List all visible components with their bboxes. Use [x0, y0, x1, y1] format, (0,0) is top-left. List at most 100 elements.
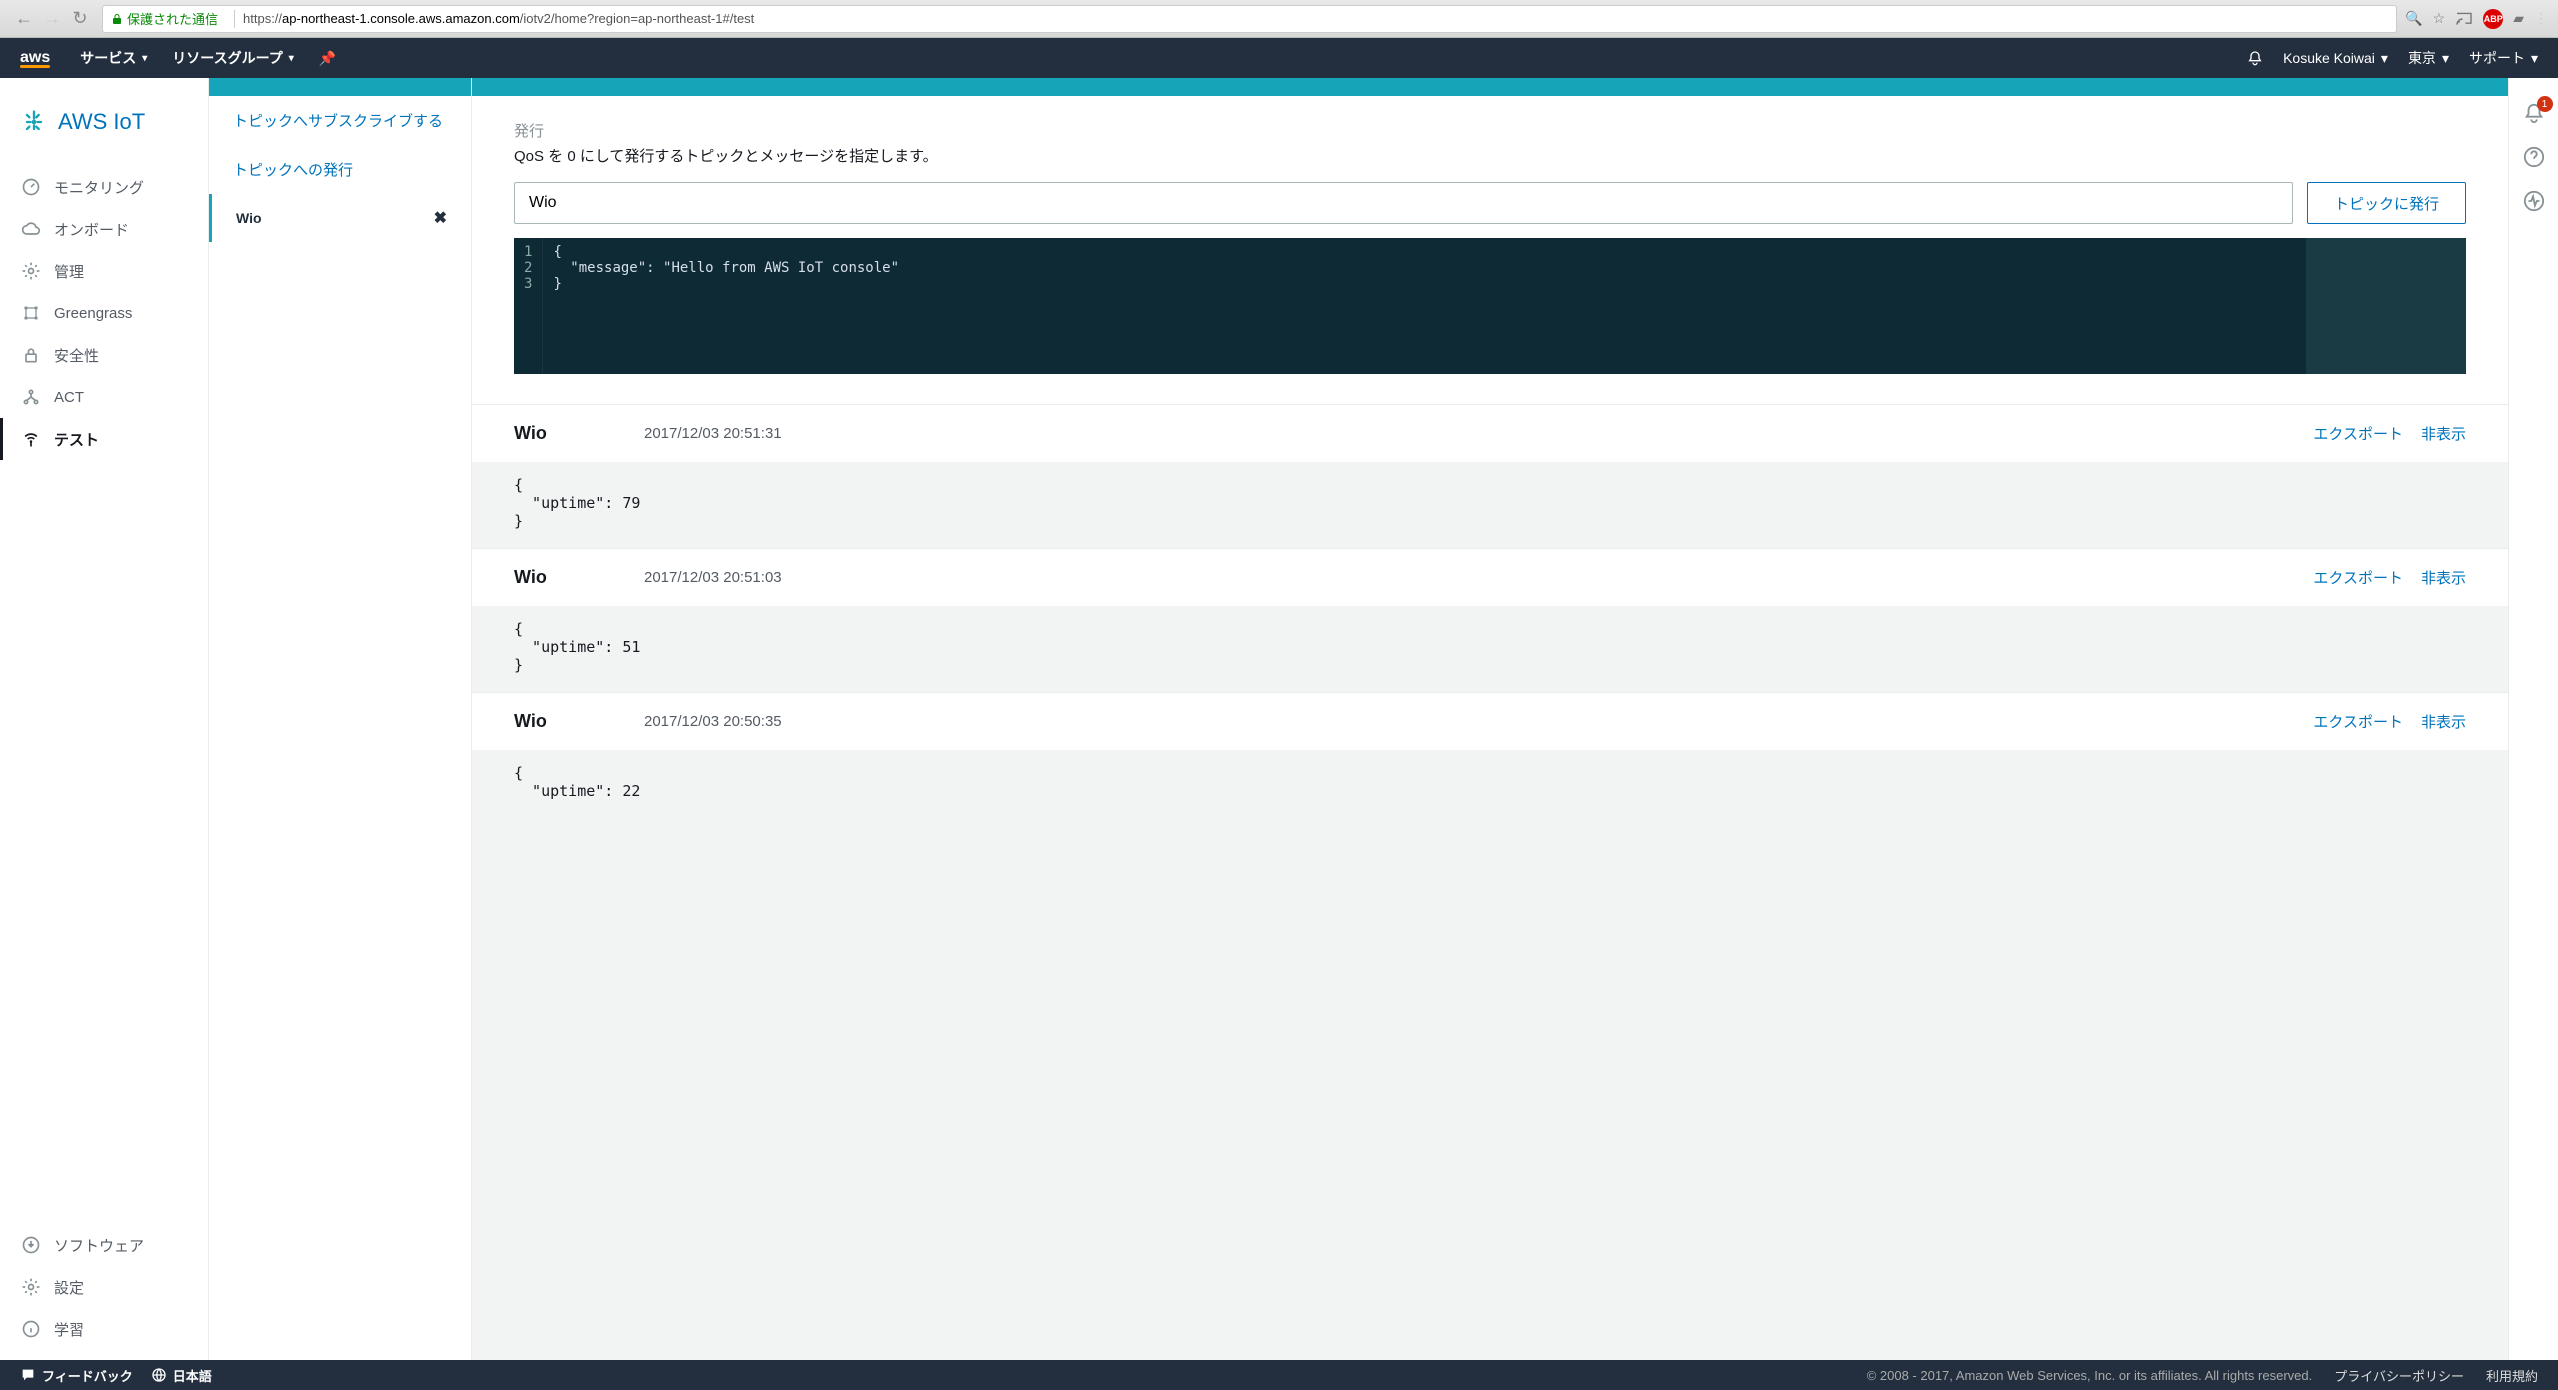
sidebar-item-monitoring[interactable]: モニタリング: [0, 166, 208, 208]
sidebar: AWS IoT モニタリング オンボード 管理 Greengrass 安全性 A…: [0, 78, 209, 1360]
sidebar-item-software[interactable]: ソフトウェア: [0, 1224, 208, 1266]
browser-chrome: ← → ↻ 保護された通信 https://ap-northeast-1.con…: [0, 0, 2558, 38]
activity-icon[interactable]: [2523, 190, 2545, 212]
sidebar-item-label: モニタリング: [54, 177, 144, 198]
act-icon: [20, 386, 42, 408]
message-export[interactable]: エクスポート: [2313, 423, 2403, 444]
sidebar-item-label: ACT: [54, 389, 84, 406]
zoom-icon[interactable]: 🔍: [2405, 10, 2422, 27]
aws-top-nav: aws サービス▾ リソースグループ▾ 📌 Kosuke Koiwai▾ 東京▾…: [0, 38, 2558, 78]
footer-language[interactable]: 日本語: [151, 1366, 212, 1385]
sidebar-item-manage[interactable]: 管理: [0, 250, 208, 292]
sidebar-item-label: テスト: [54, 429, 99, 450]
browser-reload[interactable]: ↻: [66, 5, 94, 33]
abp-icon[interactable]: ABP: [2483, 9, 2503, 29]
sidebar-item-label: 設定: [54, 1277, 84, 1298]
caret-down-icon: ▾: [289, 53, 294, 64]
sidebar-item-act[interactable]: ACT: [0, 376, 208, 418]
nav-resource-groups[interactable]: リソースグループ▾: [172, 48, 294, 68]
sidebar-item-onboard[interactable]: オンボード: [0, 208, 208, 250]
message-hide[interactable]: 非表示: [2421, 567, 2466, 588]
publish-button[interactable]: トピックに発行: [2307, 182, 2466, 224]
download-icon: [20, 1234, 42, 1256]
message-body: { "uptime": 51 }: [472, 606, 2508, 692]
message-hide[interactable]: 非表示: [2421, 711, 2466, 732]
message-header: Wio2017/12/03 20:51:03エクスポート非表示: [472, 548, 2508, 606]
editor-code[interactable]: { "message": "Hello from AWS IoT console…: [543, 238, 909, 374]
sidebar-brand[interactable]: AWS IoT: [0, 108, 208, 166]
message-hide[interactable]: 非表示: [2421, 423, 2466, 444]
caret-down-icon: ▾: [142, 53, 147, 64]
publish-link[interactable]: トピックへの発行: [209, 145, 471, 194]
star-icon[interactable]: ☆: [2433, 10, 2446, 27]
nav-services[interactable]: サービス▾: [80, 48, 147, 68]
nav-region[interactable]: 東京▾: [2408, 48, 2449, 68]
help-icon[interactable]: [2523, 146, 2545, 168]
globe-icon: [151, 1367, 167, 1383]
notifications-icon[interactable]: 1: [2523, 102, 2545, 124]
nav-bell-icon[interactable]: [2247, 50, 2263, 66]
footer-privacy[interactable]: プライバシーポリシー: [2334, 1366, 2464, 1385]
teal-header-bar: [209, 78, 471, 96]
greengrass-icon: [20, 302, 42, 324]
subscribe-link[interactable]: トピックへサブスクライブする: [209, 96, 471, 145]
sidebar-item-label: オンボード: [54, 219, 129, 240]
sidebar-item-label: 学習: [54, 1319, 84, 1340]
message-export[interactable]: エクスポート: [2313, 567, 2403, 588]
sidebar-item-greengrass[interactable]: Greengrass: [0, 292, 208, 334]
extension-icon[interactable]: ▰: [2513, 10, 2524, 27]
notification-count: 1: [2537, 96, 2553, 112]
message-timestamp: 2017/12/03 20:51:03: [644, 569, 2313, 586]
message-timestamp: 2017/12/03 20:51:31: [644, 425, 2313, 442]
topic-name: Wio: [236, 210, 262, 226]
nav-pin-icon[interactable]: 📌: [319, 50, 336, 67]
antenna-icon: [20, 428, 42, 450]
messages-list: Wio2017/12/03 20:51:31エクスポート非表示{ "uptime…: [472, 404, 2508, 818]
subscribed-topic[interactable]: Wio ✖: [209, 194, 471, 242]
topics-column: トピックへサブスクライブする トピックへの発行 Wio ✖: [209, 78, 472, 1360]
sidebar-item-learn[interactable]: 学習: [0, 1308, 208, 1350]
caret-down-icon: ▾: [2442, 50, 2449, 67]
url-bar[interactable]: 保護された通信 https://ap-northeast-1.console.a…: [102, 5, 2397, 33]
caret-down-icon: ▾: [2531, 50, 2538, 67]
cloud-icon: [20, 218, 42, 240]
menu-icon[interactable]: ⋮: [2534, 10, 2548, 27]
editor-minimap: [2306, 238, 2466, 374]
editor-gutter: 1 2 3: [514, 238, 543, 374]
aws-logo[interactable]: aws: [20, 49, 50, 68]
footer-feedback[interactable]: フィードバック: [20, 1366, 133, 1385]
sidebar-item-label: 管理: [54, 261, 84, 282]
cast-icon[interactable]: [2455, 12, 2473, 26]
browser-back[interactable]: ←: [10, 5, 38, 33]
lock-icon: [111, 13, 123, 25]
message-editor[interactable]: 1 2 3 { "message": "Hello from AWS IoT c…: [514, 238, 2466, 374]
message-timestamp: 2017/12/03 20:50:35: [644, 713, 2313, 730]
gear-icon: [20, 260, 42, 282]
message-topic: Wio: [514, 567, 644, 588]
sidebar-item-test[interactable]: テスト: [0, 418, 208, 460]
close-icon[interactable]: ✖: [434, 208, 447, 228]
publish-desc: QoS を 0 にして発行するトピックとメッセージを指定します。: [514, 145, 2466, 166]
content-area: 発行 QoS を 0 にして発行するトピックとメッセージを指定します。 トピック…: [472, 78, 2558, 1360]
footer: フィードバック 日本語 © 2008 - 2017, Amazon Web Se…: [0, 1360, 2558, 1390]
publish-panel: 発行 QoS を 0 にして発行するトピックとメッセージを指定します。 トピック…: [472, 96, 2508, 404]
gauge-icon: [20, 176, 42, 198]
lock-icon: [20, 344, 42, 366]
sidebar-item-label: ソフトウェア: [54, 1235, 144, 1256]
message-body: { "uptime": 79 }: [472, 462, 2508, 548]
topic-input[interactable]: [514, 182, 2293, 224]
message-item: Wio2017/12/03 20:51:31エクスポート非表示 { "uptime…: [472, 404, 2508, 548]
message-item: Wio2017/12/03 20:51:03エクスポート非表示{ "uptime…: [472, 548, 2508, 692]
browser-right-icons: 🔍 ☆ ABP ▰ ⋮: [2405, 9, 2548, 29]
sidebar-item-label: Greengrass: [54, 305, 132, 322]
browser-forward[interactable]: →: [38, 5, 66, 33]
nav-support[interactable]: サポート▾: [2469, 48, 2538, 68]
sidebar-item-settings[interactable]: 設定: [0, 1266, 208, 1308]
footer-terms[interactable]: 利用規約: [2486, 1366, 2538, 1385]
nav-user[interactable]: Kosuke Koiwai▾: [2283, 50, 2388, 67]
sidebar-item-security[interactable]: 安全性: [0, 334, 208, 376]
teal-header-bar: [472, 78, 2508, 96]
message-topic: Wio: [514, 423, 644, 444]
secure-badge: 保護された通信: [111, 9, 218, 28]
message-export[interactable]: エクスポート: [2313, 711, 2403, 732]
